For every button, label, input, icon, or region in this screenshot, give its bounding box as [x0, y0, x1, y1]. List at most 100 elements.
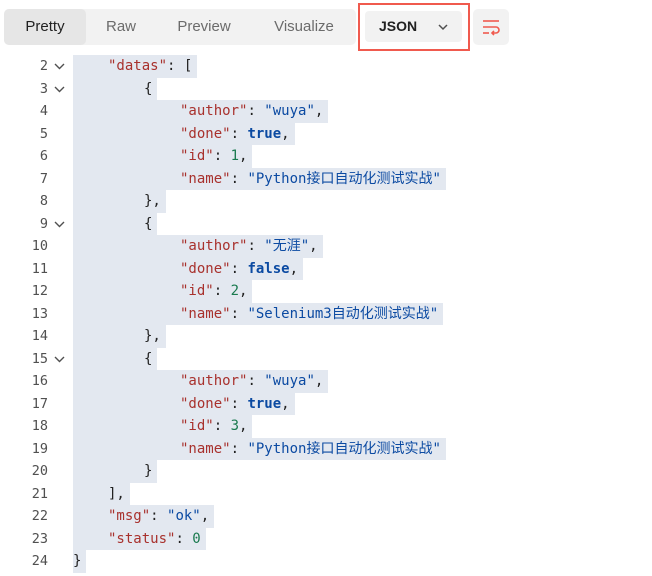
code-token: : — [230, 170, 248, 187]
json-response-body[interactable]: 2 "datas": [3{4 "author": "wuya", 5 "done": … — [0, 55, 652, 576]
code-text: "name": "Python接口自动化测试实战" — [73, 437, 446, 460]
code-token: "author" — [180, 103, 248, 119]
code-token: "无涯" — [264, 238, 310, 254]
code-text: "status": 0 — [73, 527, 206, 550]
format-select[interactable]: JSON — [365, 11, 462, 42]
code-token: 0 — [192, 530, 201, 547]
line-number: 7 — [39, 170, 48, 187]
code-text: { — [73, 77, 158, 100]
code-token: { — [144, 80, 153, 97]
code-text: "id": 2, — [73, 280, 253, 303]
code-token: "id" — [180, 148, 214, 164]
code-token: false — [247, 260, 290, 277]
code-text: "datas": [ — [73, 55, 198, 78]
code-text: { — [73, 347, 158, 370]
line-number: 18 — [31, 418, 48, 434]
code-line: 13 "name": "Selenium3自动化测试实战" — [0, 302, 652, 325]
code-token: , — [239, 283, 248, 299]
code-token: 3 — [230, 418, 240, 434]
line-number: 9 — [39, 215, 48, 232]
code-line: 7 "name": "Python接口自动化测试实战" — [0, 167, 652, 190]
fold-chevron-icon[interactable] — [53, 353, 66, 366]
code-line: 18 "id": 3, — [0, 415, 652, 438]
code-token: : — [247, 238, 265, 254]
code-token: : — [230, 305, 248, 322]
response-toolbar: Pretty Raw Preview Visualize JSON — [0, 0, 652, 58]
code-token: "done" — [180, 260, 231, 277]
code-token: , — [314, 103, 324, 119]
code-token: true — [247, 125, 282, 142]
code-text: } — [73, 460, 158, 483]
code-token: : — [175, 530, 193, 547]
code-line: 21], — [0, 482, 652, 505]
format-select-value: JSON — [379, 18, 418, 34]
line-number: 4 — [39, 103, 48, 119]
line-number: 24 — [31, 553, 48, 569]
code-line: 8}, — [0, 190, 652, 213]
code-token: "author" — [180, 238, 248, 254]
code-token: "Python接口自动化测试实战" — [247, 440, 441, 457]
line-number: 21 — [31, 485, 48, 502]
code-text: }, — [73, 190, 166, 213]
fold-chevron-icon[interactable] — [53, 83, 66, 96]
code-token: : [ — [167, 58, 193, 74]
code-line: 3{ — [0, 77, 652, 100]
wrap-lines-icon — [483, 20, 500, 36]
code-line: 4 "author": "wuya", — [0, 100, 652, 123]
code-token: "status" — [108, 530, 176, 547]
fold-chevron-icon[interactable] — [53, 218, 66, 231]
code-line: 6 "id": 1, — [0, 145, 652, 168]
tab-visualize[interactable]: Visualize — [252, 9, 356, 45]
code-token: "done" — [180, 395, 231, 412]
line-number: 20 — [31, 463, 48, 479]
line-number: 5 — [39, 125, 48, 142]
line-number: 22 — [31, 508, 48, 524]
code-token: : — [230, 260, 248, 277]
line-number: 8 — [39, 193, 48, 209]
code-token: } — [144, 463, 153, 479]
code-token: } — [73, 553, 82, 569]
line-number: 19 — [31, 440, 48, 457]
line-number: 10 — [31, 238, 48, 254]
code-text: "name": "Selenium3自动化测试实战" — [73, 302, 444, 325]
code-token: "name" — [180, 440, 231, 457]
code-token: "ok" — [167, 508, 201, 524]
code-line: 19 "name": "Python接口自动化测试实战" — [0, 437, 652, 460]
code-text: "id": 1, — [73, 145, 253, 168]
code-token: "Python接口自动化测试实战" — [247, 170, 441, 187]
code-token: true — [247, 395, 282, 412]
line-number: 14 — [31, 328, 48, 344]
wrap-lines-button[interactable] — [473, 9, 509, 45]
code-token: "wuya" — [264, 373, 315, 389]
code-token: , — [239, 148, 248, 164]
code-line: 20} — [0, 460, 652, 483]
code-token: 1 — [230, 148, 240, 164]
line-number: 13 — [31, 305, 48, 322]
code-token: ], — [108, 485, 125, 502]
code-text: } — [73, 550, 87, 573]
code-text: { — [73, 212, 158, 235]
code-token: }, — [144, 193, 161, 209]
code-token: "name" — [180, 305, 231, 322]
code-token: , — [281, 395, 290, 412]
line-number: 17 — [31, 395, 48, 412]
code-token: , — [314, 373, 324, 389]
code-token: "id" — [180, 418, 214, 434]
code-text: "done": true, — [73, 392, 295, 415]
code-token: "author" — [180, 373, 248, 389]
code-text: ], — [73, 482, 130, 505]
code-text: "done": true, — [73, 122, 295, 145]
fold-chevron-icon[interactable] — [53, 60, 66, 73]
code-text: "msg": "ok", — [73, 505, 215, 528]
tab-pretty[interactable]: Pretty — [4, 9, 86, 45]
code-line: 2 "datas": [ — [0, 55, 652, 78]
code-token: 2 — [230, 283, 240, 299]
code-text: "done": false, — [73, 257, 304, 280]
code-token: , — [281, 125, 290, 142]
tab-raw[interactable]: Raw — [86, 9, 156, 45]
code-line: 9{ — [0, 212, 652, 235]
code-line: 15 { — [0, 347, 652, 370]
tab-preview[interactable]: Preview — [156, 9, 252, 45]
line-number: 6 — [39, 148, 48, 164]
code-text: "name": "Python接口自动化测试实战" — [73, 167, 446, 190]
